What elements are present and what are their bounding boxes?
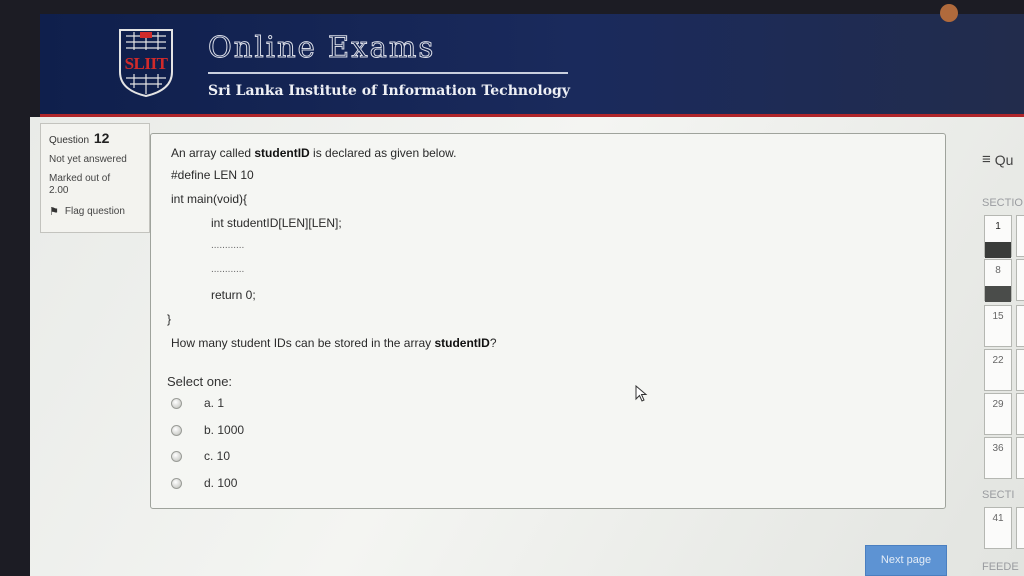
flag-question-link[interactable]: ⚑ Flag question (49, 205, 141, 218)
question-prompt: How many student IDs can be stored in th… (171, 336, 497, 350)
question-prompt-bold: studentID (434, 336, 490, 350)
quiz-nav-button-8[interactable]: 8 (984, 259, 1012, 302)
quiz-nav-button-1[interactable]: 1 (984, 215, 1012, 258)
answer-option-label: d. 100 (204, 476, 238, 490)
select-one-label: Select one: (167, 374, 233, 389)
quiz-nav-button-15[interactable]: 15 (984, 305, 1012, 347)
answer-option-a[interactable]: a. 1 (171, 396, 224, 410)
quiz-nav-state (985, 376, 1011, 392)
question-label: Question (49, 135, 90, 146)
quiz-nav-button-next[interactable] (1016, 349, 1024, 391)
quiz-nav-state (985, 464, 1011, 480)
quiz-nav-button-next[interactable] (1016, 507, 1024, 549)
site-title: Online Exams (207, 30, 436, 65)
question-prompt-end: ? (489, 336, 497, 350)
code-close-brace: } (167, 312, 172, 326)
quiz-nav-state (985, 242, 1011, 258)
quiz-nav-number: 1 (995, 221, 1001, 232)
quiz-nav-state (985, 332, 1011, 348)
flag-question-label: Flag question (64, 206, 125, 217)
quiz-nav-number: 41 (992, 513, 1004, 524)
quiz-nav-state (985, 286, 1011, 302)
site-header: SLIIT Online Exams Sri Lanka Institute o… (40, 4, 1024, 117)
answer-option-label: b. 1000 (204, 423, 245, 437)
section-label-1: SECTIO (982, 197, 1023, 209)
quiz-nav-button-next[interactable] (1016, 393, 1024, 435)
code-main: int main(void){ (171, 192, 248, 206)
user-avatar[interactable] (940, 4, 958, 22)
site-subtitle: Sri Lanka Institute of Information Techn… (208, 83, 570, 99)
quiz-nav-state (985, 534, 1011, 550)
answer-status: Not yet answered (49, 154, 127, 165)
question-intro-bold: studentID (254, 146, 310, 160)
quiz-nav-number: 36 (992, 443, 1004, 454)
quiz-nav-button-22[interactable]: 22 (984, 349, 1012, 391)
sliit-logo[interactable]: SLIIT (118, 28, 174, 98)
question-info-box: Question 12 Not yet answered Marked out … (40, 123, 150, 233)
radio-button[interactable] (171, 424, 182, 436)
menu-icon[interactable]: ≡ (982, 151, 991, 168)
question-intro: An array called studentID is declared as… (171, 146, 456, 160)
code-ellipsis-1: ............ (211, 240, 245, 251)
quiz-nav-button-29[interactable]: 29 (984, 393, 1012, 435)
quiz-nav-number: 29 (992, 399, 1004, 410)
marked-label: Marked out of (49, 173, 111, 184)
code-ellipsis-2: ............ (211, 264, 245, 275)
quiz-nav-button-next[interactable] (1016, 259, 1024, 301)
answer-option-label: c. 10 (204, 449, 231, 463)
mouse-pointer-icon (635, 385, 648, 402)
quiz-nav-number: 15 (992, 311, 1004, 322)
question-intro-text: An array called (171, 146, 255, 160)
answer-option-b[interactable]: b. 1000 (171, 423, 244, 437)
answer-option-d[interactable]: d. 100 (171, 476, 237, 490)
question-intro-end: is declared as given below. (309, 146, 457, 160)
marks-info: Marked out of 2.00 (49, 173, 141, 197)
quiz-nav-number: 8 (995, 265, 1001, 276)
answer-option-label: a. 1 (204, 396, 225, 410)
marked-value: 2.00 (49, 185, 69, 196)
title-divider (208, 72, 568, 74)
answer-option-c[interactable]: c. 10 (171, 449, 230, 463)
quiz-nav-number: 22 (992, 355, 1004, 366)
next-page-button[interactable]: Next page (865, 545, 947, 576)
quiz-nav-button-next[interactable] (1016, 437, 1024, 479)
quiz-nav-button-41[interactable]: 41 (984, 507, 1012, 549)
code-declaration: int studentID[LEN][LEN]; (211, 216, 342, 230)
logo-text: SLIIT (124, 54, 168, 73)
quiz-nav-button-36[interactable]: 36 (984, 437, 1012, 479)
flag-icon: ⚑ (49, 206, 59, 218)
question-number: 12 (93, 130, 110, 146)
quiz-nav-button-next[interactable] (1016, 305, 1024, 347)
question-panel: An array called studentID is declared as… (150, 133, 946, 509)
question-prompt-text: How many student IDs can be stored in th… (171, 336, 435, 350)
quiz-navigation-label: Qu (994, 151, 1014, 168)
radio-button[interactable] (171, 450, 182, 462)
section-label-2: SECTI (982, 489, 1015, 501)
section-label-3: FEEDE (982, 561, 1019, 573)
quiz-nav-state (985, 420, 1011, 436)
quiz-navigation-title: ≡ Qu (982, 151, 1013, 168)
main-content: Question 12 Not yet answered Marked out … (30, 117, 1024, 576)
code-define: #define LEN 10 (171, 168, 254, 182)
code-return: return 0; (211, 288, 256, 302)
quiz-nav-button-next[interactable] (1016, 215, 1024, 257)
question-number-row: Question 12 (49, 130, 141, 146)
radio-button[interactable] (171, 477, 182, 489)
radio-button[interactable] (171, 397, 182, 409)
